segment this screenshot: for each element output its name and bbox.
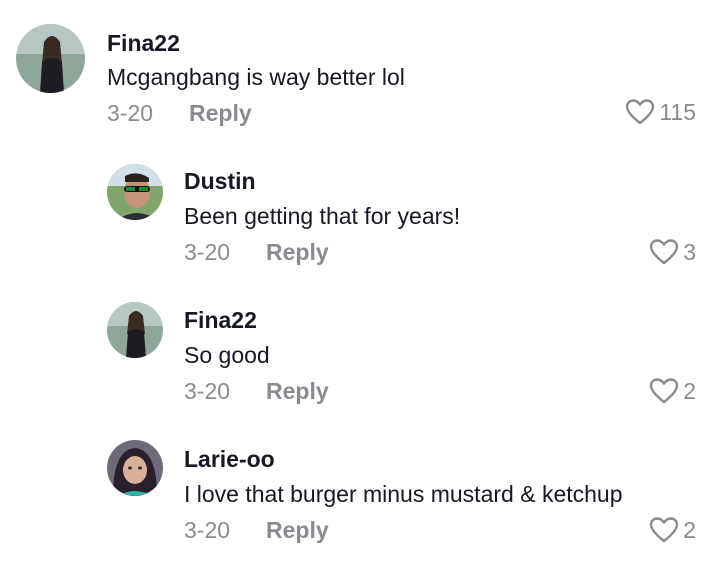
reply-username[interactable]: Larie-oo: [184, 446, 275, 473]
reply-username[interactable]: Fina22: [184, 307, 257, 334]
like-button[interactable]: 115: [625, 98, 696, 126]
like-count: 2: [683, 516, 696, 543]
like-count: 115: [659, 98, 696, 125]
comment-text: Mcgangbang is way better lol: [107, 64, 405, 90]
reply-button[interactable]: Reply: [189, 100, 252, 127]
like-button[interactable]: 3: [649, 238, 696, 266]
reply-text: Been getting that for years!: [184, 203, 461, 229]
like-button[interactable]: 2: [649, 516, 696, 544]
reply-button[interactable]: Reply: [266, 239, 329, 266]
reply-username[interactable]: Dustin: [184, 168, 256, 195]
comment-item: Fina22 Mcgangbang is way better lol 3-20…: [0, 0, 706, 140]
reply-button[interactable]: Reply: [266, 378, 329, 405]
reply-button[interactable]: Reply: [266, 517, 329, 544]
heart-outline-icon: [650, 517, 679, 543]
reply-text: I love that burger minus mustard & ketch…: [184, 481, 623, 507]
avatar[interactable]: [107, 302, 163, 358]
reply-item: Dustin Been getting that for years! 3-20…: [0, 140, 706, 280]
reply-text: So good: [184, 342, 270, 368]
avatar[interactable]: [16, 24, 85, 93]
like-count: 3: [683, 238, 696, 265]
heart-outline-icon: [626, 99, 655, 125]
avatar[interactable]: [107, 440, 163, 496]
heart-outline-icon: [650, 378, 679, 404]
heart-outline-icon: [650, 239, 679, 265]
like-button[interactable]: 2: [649, 377, 696, 405]
reply-item: Larie-oo I love that burger minus mustar…: [0, 420, 706, 579]
comment-date: 3-20: [107, 100, 154, 126]
reply-date: 3-20: [184, 239, 231, 265]
avatar[interactable]: [107, 164, 163, 220]
reply-date: 3-20: [184, 378, 231, 404]
reply-date: 3-20: [184, 517, 231, 543]
reply-item: Fina22 So good 3-20 Reply 2: [0, 280, 706, 420]
comment-username[interactable]: Fina22: [107, 30, 180, 57]
like-count: 2: [683, 377, 696, 404]
